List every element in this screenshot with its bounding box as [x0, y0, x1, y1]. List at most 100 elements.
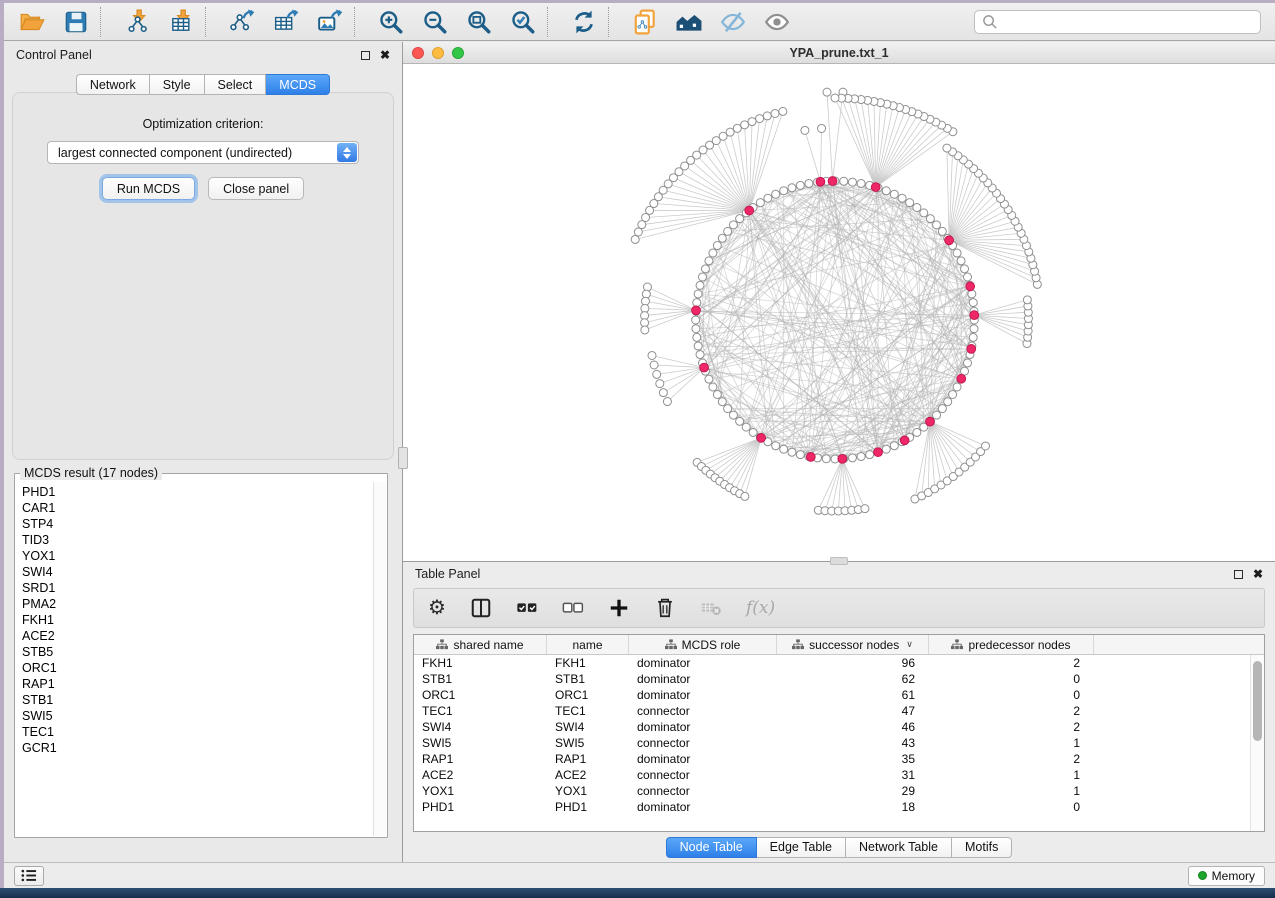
graph-node[interactable]: [943, 144, 951, 152]
graph-node[interactable]: [970, 325, 978, 333]
graph-node[interactable]: [953, 383, 961, 391]
cell[interactable]: SWI5: [547, 735, 629, 751]
zoom-selected-icon[interactable]: [501, 6, 545, 38]
graph-node[interactable]: [882, 445, 890, 453]
network-view-titlebar[interactable]: YPA_prune.txt_1: [403, 42, 1275, 64]
table-row[interactable]: RAP1RAP1dominator352: [414, 751, 1264, 767]
graph-node[interactable]: [692, 325, 700, 333]
show-eye-icon[interactable]: [755, 6, 799, 38]
column-header-name[interactable]: name: [547, 635, 629, 654]
cell[interactable]: 62: [777, 671, 929, 687]
export-network-icon[interactable]: [220, 6, 264, 38]
graph-node[interactable]: [957, 257, 965, 265]
column-header-successor-nodes[interactable]: successor nodes∨: [777, 635, 929, 654]
graph-hub-node[interactable]: [874, 448, 883, 457]
column-header-MCDS-role[interactable]: MCDS role: [629, 635, 777, 654]
zoom-out-icon[interactable]: [413, 6, 457, 38]
cell[interactable]: STB1: [414, 671, 547, 687]
graph-node[interactable]: [938, 405, 946, 413]
cell[interactable]: FKH1: [414, 655, 547, 671]
minimize-window-icon[interactable]: [432, 47, 444, 59]
graph-node[interactable]: [926, 215, 934, 223]
graph-node[interactable]: [749, 428, 757, 436]
cell[interactable]: dominator: [629, 687, 777, 703]
cell[interactable]: 1: [929, 767, 1094, 783]
graph-node[interactable]: [729, 411, 737, 419]
graph-hub-node[interactable]: [700, 363, 709, 372]
tab-network-table[interactable]: Network Table: [846, 837, 952, 858]
float-panel-icon[interactable]: [361, 51, 370, 60]
graph-hub-node[interactable]: [926, 417, 935, 426]
graph-node[interactable]: [634, 228, 642, 236]
graph-hub-node[interactable]: [757, 433, 766, 442]
graph-node[interactable]: [641, 326, 649, 334]
graph-node[interactable]: [961, 265, 969, 273]
graph-node[interactable]: [772, 442, 780, 450]
cell[interactable]: 2: [929, 655, 1094, 671]
table-row[interactable]: TEC1TEC1connector472: [414, 703, 1264, 719]
graph-node[interactable]: [969, 333, 977, 341]
graph-node[interactable]: [933, 411, 941, 419]
graph-node[interactable]: [756, 115, 764, 123]
graph-node[interactable]: [796, 451, 804, 459]
graph-node[interactable]: [882, 187, 890, 195]
graph-node[interactable]: [724, 227, 732, 235]
graph-node[interactable]: [656, 380, 664, 388]
graph-node[interactable]: [701, 265, 709, 273]
graph-hub-node[interactable]: [957, 374, 966, 383]
houses-icon[interactable]: [667, 6, 711, 38]
mcds-result-item[interactable]: SRD1: [22, 580, 372, 596]
cell[interactable]: dominator: [629, 671, 777, 687]
cell[interactable]: 96: [777, 655, 929, 671]
gear-icon[interactable]: ⚙: [428, 596, 446, 620]
float-table-panel-icon[interactable]: [1234, 570, 1243, 579]
graph-node[interactable]: [718, 234, 726, 242]
graph-node[interactable]: [729, 221, 737, 229]
cell[interactable]: 1: [929, 783, 1094, 799]
graph-hub-node[interactable]: [967, 344, 976, 353]
table-row[interactable]: SWI5SWI5connector431: [414, 735, 1264, 751]
graph-node[interactable]: [756, 199, 764, 207]
graph-node[interactable]: [788, 184, 796, 192]
close-window-icon[interactable]: [412, 47, 424, 59]
graph-node[interactable]: [771, 109, 779, 117]
graph-node[interactable]: [890, 190, 898, 198]
cell[interactable]: TEC1: [547, 703, 629, 719]
graph-node[interactable]: [920, 209, 928, 217]
graph-node[interactable]: [748, 118, 756, 126]
zoom-in-icon[interactable]: [369, 6, 413, 38]
mcds-result-item[interactable]: ORC1: [22, 660, 372, 676]
graph-node[interactable]: [648, 351, 656, 359]
graph-node[interactable]: [933, 221, 941, 229]
open-session-icon[interactable]: [10, 6, 54, 38]
graph-node[interactable]: [763, 112, 771, 120]
cell[interactable]: PHD1: [547, 799, 629, 815]
graph-node[interactable]: [818, 124, 826, 132]
table-row[interactable]: ACE2ACE2connector311: [414, 767, 1264, 783]
graph-node[interactable]: [981, 442, 989, 450]
graph-node[interactable]: [736, 215, 744, 223]
graph-node[interactable]: [631, 235, 639, 243]
cell[interactable]: 47: [777, 703, 929, 719]
network-graph[interactable]: [403, 64, 1275, 561]
graph-node[interactable]: [709, 383, 717, 391]
mcds-result-item[interactable]: ACE2: [22, 628, 372, 644]
graph-node[interactable]: [913, 428, 921, 436]
tab-select[interactable]: Select: [205, 74, 267, 95]
mcds-result-item[interactable]: PMA2: [22, 596, 372, 612]
cell[interactable]: 2: [929, 703, 1094, 719]
graph-node[interactable]: [949, 390, 957, 398]
horizontal-splitter-grip[interactable]: [830, 557, 848, 565]
mcds-result-item[interactable]: STB5: [22, 644, 372, 660]
network-canvas[interactable]: [403, 64, 1275, 561]
cell[interactable]: 18: [777, 799, 929, 815]
graph-node[interactable]: [696, 351, 704, 359]
tab-edge-table[interactable]: Edge Table: [757, 837, 846, 858]
mcds-result-item[interactable]: PHD1: [22, 484, 372, 500]
cell[interactable]: 31: [777, 767, 929, 783]
table-row[interactable]: STB1STB1dominator620: [414, 671, 1264, 687]
graph-node[interactable]: [969, 299, 977, 307]
graph-node[interactable]: [718, 398, 726, 406]
graph-node[interactable]: [840, 177, 848, 185]
graph-node[interactable]: [638, 221, 646, 229]
